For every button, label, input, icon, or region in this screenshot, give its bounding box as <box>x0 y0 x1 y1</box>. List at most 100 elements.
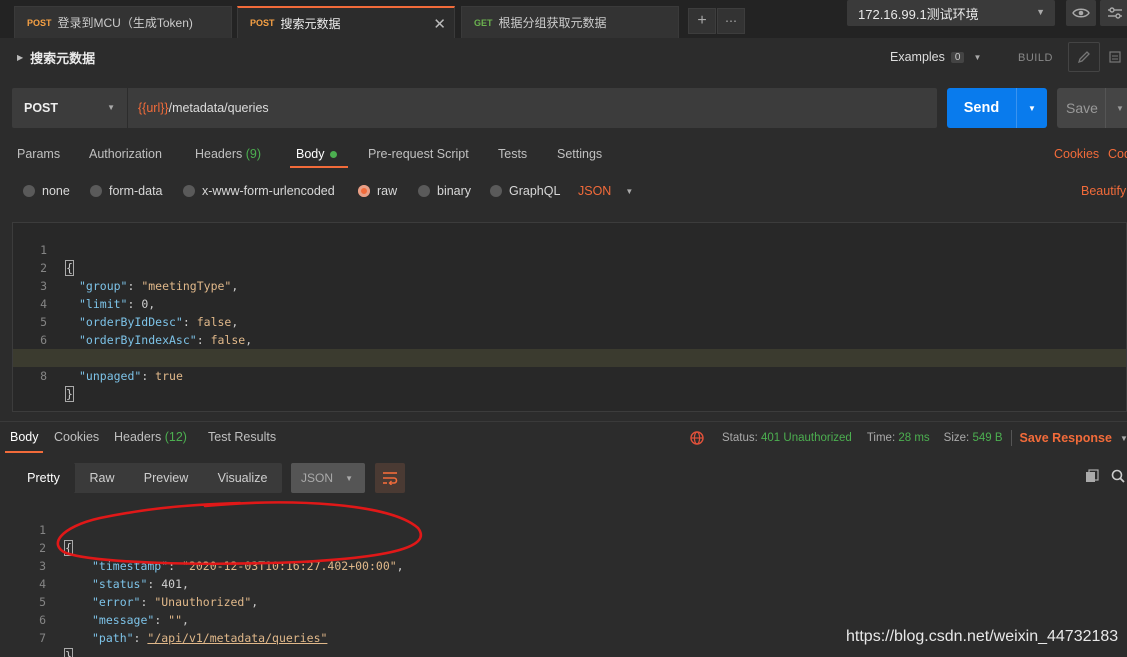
wrap-lines-icon[interactable] <box>375 463 405 493</box>
radio-label: form-data <box>109 184 163 198</box>
headers-count: (9) <box>245 147 262 161</box>
code-line-current: 8 } <box>13 349 1126 402</box>
close-icon[interactable]: ✕ <box>433 15 446 33</box>
url-input[interactable]: {{url}}/metadata/queries <box>128 88 937 128</box>
tab-headers[interactable]: Headers (9) <box>195 147 261 161</box>
document-icon[interactable] <box>1100 42 1127 72</box>
status-label: Status: <box>722 432 758 444</box>
pencil-icon[interactable] <box>1068 42 1100 72</box>
body-format-select[interactable]: JSON ▼ <box>578 184 633 198</box>
examples-dropdown[interactable]: Examples 0 ▼ <box>890 50 981 64</box>
chevron-down-icon: ▼ <box>345 473 353 483</box>
tab-params[interactable]: Params <box>17 147 60 161</box>
code-line: 1 { <box>12 503 1127 556</box>
radio-graphql[interactable]: GraphQL <box>490 184 560 198</box>
view-pretty-button[interactable]: Pretty <box>12 463 75 493</box>
response-tabs: Body Cookies Headers (12) Test Results S… <box>0 421 1127 453</box>
request-body-editor[interactable]: 1 { 2 "group": "meetingType", 3 "limit":… <box>12 222 1127 412</box>
code-line: 1 { <box>13 223 1126 276</box>
response-body-viewer[interactable]: 1 { 2 "timestamp": "2020-12-03T10:16:27.… <box>12 503 1127 657</box>
status-value[interactable]: 401 Unauthorized <box>761 432 852 444</box>
response-tab-body[interactable]: Body <box>10 430 39 444</box>
beautify-link[interactable]: Beautify <box>1081 184 1126 198</box>
http-method-select[interactable]: POST ▼ <box>12 88 127 128</box>
response-format-value: JSON <box>301 471 334 485</box>
body-indicator-dot <box>329 151 337 159</box>
plus-icon[interactable]: + <box>688 8 716 34</box>
radio-circle <box>90 185 102 197</box>
settings-sliders-icon[interactable] <box>1100 0 1127 26</box>
radio-none[interactable]: none <box>23 184 70 198</box>
code-line: 4 "orderByIdDesc": false, <box>13 277 1126 329</box>
tab-get-metadata-by-group[interactable]: GET 根据分组获取元数据 <box>461 6 679 38</box>
send-button[interactable]: Send ▼ <box>947 88 1047 128</box>
chevron-down-icon: ▼ <box>107 103 115 112</box>
chevron-down-icon[interactable]: ▼ <box>1105 88 1124 128</box>
radio-label: raw <box>377 184 398 198</box>
tab-tests[interactable]: Tests <box>498 147 527 161</box>
time-label: Time: <box>866 432 896 444</box>
radio-raw[interactable]: raw <box>358 184 397 198</box>
tab-authorization[interactable]: Authorization <box>89 147 162 161</box>
tab-settings[interactable]: Settings <box>557 147 602 161</box>
tab-body[interactable]: Body <box>296 147 337 161</box>
more-icon[interactable]: ⋯ <box>717 8 745 34</box>
line-number: 8 <box>40 369 47 383</box>
response-format-select[interactable]: JSON ▼ <box>291 463 365 493</box>
radio-circle <box>23 185 35 197</box>
size-value[interactable]: 549 B <box>972 432 1002 444</box>
globe-icon[interactable] <box>690 431 704 445</box>
build-mode-label[interactable]: BUILD <box>1018 52 1053 64</box>
save-response-button[interactable]: Save Response <box>1020 431 1112 445</box>
code-line: 2 "group": "meetingType", <box>13 241 1126 293</box>
request-name[interactable]: ▶ 搜索元数据 <box>17 48 95 67</box>
url-variable: {{url}} <box>138 101 169 115</box>
code-line: 4 "error": "Unauthorized", <box>12 557 1127 609</box>
tab-search-metadata[interactable]: POST 搜索元数据 ✕ <box>237 6 455 38</box>
json-key: "unpaged" <box>79 369 142 383</box>
time-value[interactable]: 28 ms <box>898 432 929 444</box>
radio-label: binary <box>437 184 472 198</box>
radio-urlencoded[interactable]: x-www-form-urlencoded <box>183 184 335 198</box>
eye-icon[interactable] <box>1066 0 1096 26</box>
response-meta: Status: 401 Unauthorized Time: 28 ms Siz… <box>690 430 1127 446</box>
code-line: 3 "limit": 0, <box>13 259 1126 311</box>
save-button[interactable]: Save ▼ <box>1057 88 1127 128</box>
brace-close: } <box>64 648 73 657</box>
json-value-link[interactable]: "/api/v1/metadata/queries" <box>147 631 327 645</box>
code-link[interactable]: Code <box>1108 147 1127 161</box>
caret-right-icon[interactable]: ▶ <box>17 53 23 62</box>
chevron-down-icon[interactable]: ▼ <box>1016 88 1047 128</box>
radio-label: x-www-form-urlencoded <box>202 184 335 198</box>
radio-circle <box>418 185 430 197</box>
view-raw-button[interactable]: Raw <box>75 463 129 493</box>
view-visualize-button[interactable]: Visualize <box>203 463 282 493</box>
cookies-link[interactable]: Cookies <box>1054 147 1099 161</box>
tab-method-badge: GET <box>474 17 493 28</box>
code-text: } <box>64 647 73 657</box>
code-line: 7 "unpaged": true <box>13 331 1126 383</box>
response-view-switch: Pretty Raw Preview Visualize <box>12 463 282 493</box>
code-text: "unpaged": true <box>79 369 183 383</box>
tab-pre-request-script[interactable]: Pre-request Script <box>368 147 469 161</box>
response-tab-test-results[interactable]: Test Results <box>208 430 276 444</box>
response-tab-headers-label: Headers <box>114 430 162 444</box>
watermark-text: https://blog.csdn.net/weixin_44732183 <box>846 628 1119 645</box>
environment-name: 172.16.99.1测试环境 <box>858 6 979 22</box>
json-value: true <box>155 369 183 383</box>
tab-login-mcu[interactable]: POST 登录到MCU（生成Token) <box>14 6 232 38</box>
radio-form-data[interactable]: form-data <box>90 184 163 198</box>
request-title: 搜索元数据 <box>30 51 96 66</box>
radio-binary[interactable]: binary <box>418 184 471 198</box>
radio-label: GraphQL <box>509 184 561 198</box>
response-tab-cookies[interactable]: Cookies <box>54 430 99 444</box>
chevron-down-icon[interactable]: ▼ <box>1120 434 1127 443</box>
code-text: } <box>65 385 74 403</box>
response-tab-headers[interactable]: Headers (12) <box>114 430 187 444</box>
environment-select[interactable]: 172.16.99.1测试环境 ▼ <box>847 0 1055 26</box>
copy-icon[interactable] <box>1085 469 1099 486</box>
view-preview-button[interactable]: Preview <box>129 463 203 493</box>
search-icon[interactable] <box>1111 469 1125 486</box>
chevron-down-icon: ▼ <box>625 186 634 196</box>
code-line: 6 "page": 0, <box>13 313 1126 365</box>
